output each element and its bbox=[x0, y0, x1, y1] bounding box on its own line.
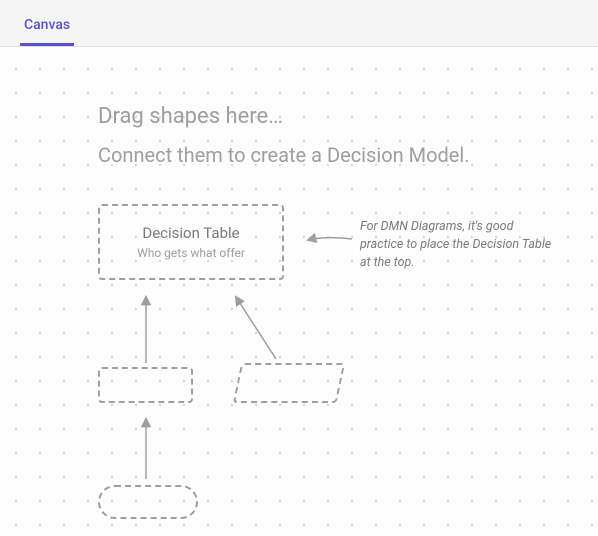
canvas-area[interactable]: Drag shapes here… Connect them to create… bbox=[0, 47, 598, 536]
decision-table-shape: Decision Table Who gets what offer bbox=[98, 204, 284, 280]
input-shape-skew bbox=[233, 363, 346, 403]
decision-table-title: Decision Table bbox=[142, 224, 239, 242]
placeholder-line-2: Connect them to create a Decision Model. bbox=[98, 141, 538, 169]
input-shape-rect bbox=[98, 367, 193, 403]
input-shape-oval bbox=[98, 485, 198, 519]
tip-text: For DMN Diagrams, it's good practice to … bbox=[360, 218, 555, 272]
decision-table-subtitle: Who gets what offer bbox=[137, 246, 245, 260]
placeholder-line-1: Drag shapes here… bbox=[98, 102, 538, 133]
tab-bar: Canvas bbox=[0, 0, 598, 47]
canvas-placeholder: Drag shapes here… Connect them to create… bbox=[98, 102, 538, 169]
tab-canvas[interactable]: Canvas bbox=[20, 5, 74, 46]
